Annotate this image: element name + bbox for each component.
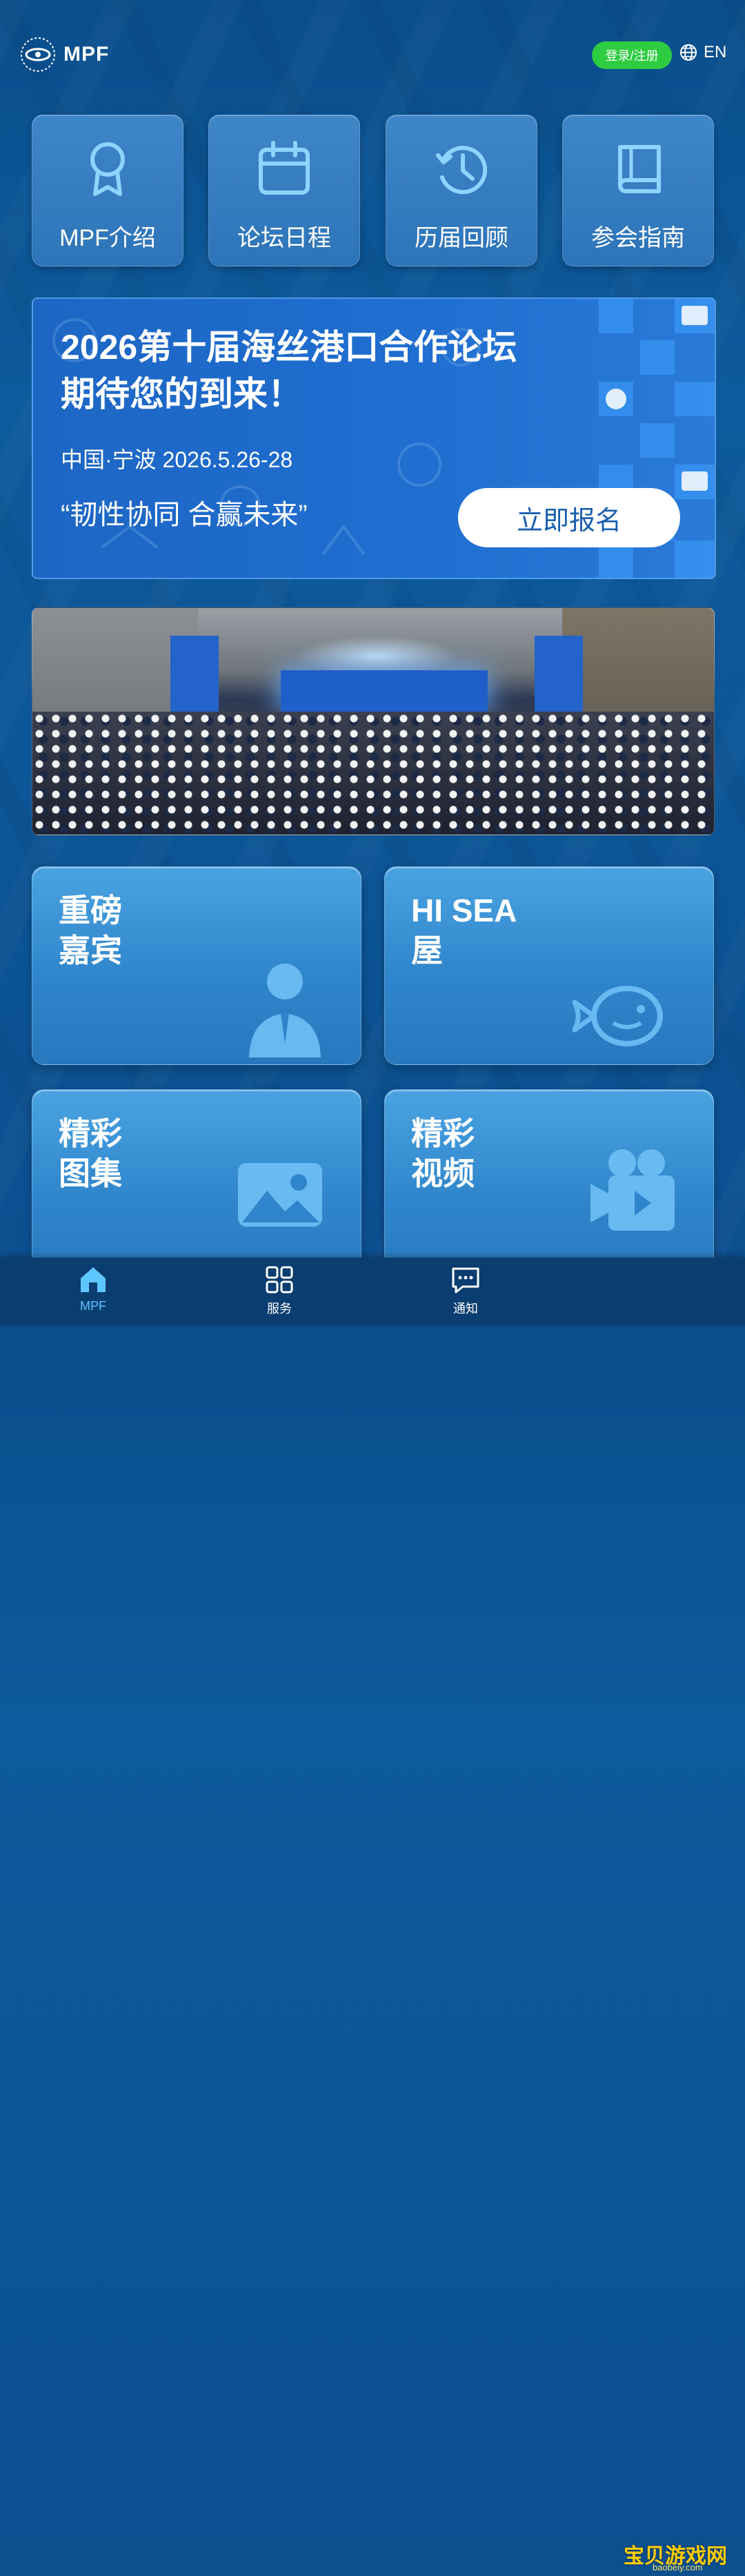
tab-label: MPF xyxy=(80,1299,106,1313)
history-clock-icon xyxy=(436,146,488,195)
language-switch[interactable]: EN xyxy=(679,43,726,62)
language-label: EN xyxy=(704,43,727,61)
tab-label: 服务 xyxy=(267,1302,292,1316)
forum-promo-banner[interactable]: 2026第十届海丝港口合作论坛 期待您的到来！ 中国·宁波 2026.5.26-… xyxy=(32,297,716,579)
card-title: HI SEA 屋 xyxy=(411,890,517,970)
logo-text: MPF xyxy=(63,43,110,66)
card-hi-sea-house[interactable]: HI SEA 屋 xyxy=(384,866,714,1065)
bottom-tab-bar: MPF 服务 通知 宝贝游戏网 baobeiy.com xyxy=(0,1258,745,2573)
tile-label: MPF介绍 xyxy=(59,225,156,251)
tile-attendance-guide[interactable]: 参会指南 xyxy=(562,115,714,266)
tab-label: 通知 xyxy=(453,1302,478,1316)
card-title-line1: 精彩 xyxy=(59,1115,122,1151)
card-title: 精彩 图集 xyxy=(59,1113,122,1193)
header: MPF 登录/注册 EN xyxy=(0,0,745,110)
card-title: 精彩 视频 xyxy=(411,1113,475,1193)
card-title-line2: 图集 xyxy=(59,1155,122,1191)
site-watermark: 宝贝游戏网 baobeiy.com xyxy=(621,2521,738,2576)
register-now-button[interactable]: 立即报名 xyxy=(458,488,680,547)
book-icon xyxy=(618,145,661,193)
banner-title-line1: 2026第十届海丝港口合作论坛 xyxy=(61,328,517,367)
banner-title-line2: 期待您的到来！ xyxy=(61,375,302,413)
app-logo[interactable]: MPF xyxy=(19,36,109,73)
image-gallery-icon xyxy=(238,1163,322,1227)
calendar-icon xyxy=(259,141,310,195)
banner-slogan: “韧性协同 合赢未来” xyxy=(61,500,308,530)
mpf-logo-icon xyxy=(21,37,55,72)
card-title-line1: HI SEA xyxy=(411,892,517,928)
tile-mpf-intro[interactable]: MPF介绍 xyxy=(32,115,183,266)
card-title-line1: 精彩 xyxy=(411,1115,475,1151)
tile-label: 参会指南 xyxy=(591,225,685,251)
tab-services[interactable]: 服务 xyxy=(238,1265,321,1317)
award-ribbon-icon xyxy=(90,142,125,196)
login-register-button[interactable]: 登录/注册 xyxy=(592,41,672,69)
fish-mascot-icon xyxy=(572,986,663,1046)
message-icon xyxy=(452,1267,479,1294)
tile-label: 论坛日程 xyxy=(237,225,331,251)
forum-hall-photo[interactable] xyxy=(32,607,715,835)
globe-icon xyxy=(680,44,697,61)
card-keynote-guests[interactable]: 重磅 嘉宾 xyxy=(32,866,361,1065)
card-title-line2: 视频 xyxy=(411,1155,475,1191)
card-title-line2: 屋 xyxy=(411,933,443,968)
tile-past-review[interactable]: 历届回顾 xyxy=(386,115,537,266)
tile-forum-schedule[interactable]: 论坛日程 xyxy=(208,115,360,266)
tab-notifications[interactable]: 通知 xyxy=(424,1265,507,1317)
video-camera-icon xyxy=(590,1149,675,1231)
banner-place-date: 中国·宁波 2026.5.26-28 xyxy=(61,447,293,472)
card-title-line1: 重磅 xyxy=(59,892,122,928)
grid-icon xyxy=(266,1266,293,1294)
home-icon xyxy=(81,1267,106,1292)
banner-title: 2026第十届海丝港口合作论坛 期待您的到来！ xyxy=(61,324,517,418)
photo-audience xyxy=(32,712,714,835)
card-title-line2: 嘉宾 xyxy=(59,933,122,968)
tab-mpf-home[interactable]: MPF xyxy=(52,1265,135,1314)
tile-label: 历届回顾 xyxy=(415,225,508,251)
watermark-url: baobeiy.com xyxy=(653,2562,703,2573)
photo-stage xyxy=(281,670,488,712)
business-person-icon xyxy=(249,964,321,1057)
card-title: 重磅 嘉宾 xyxy=(59,890,122,970)
